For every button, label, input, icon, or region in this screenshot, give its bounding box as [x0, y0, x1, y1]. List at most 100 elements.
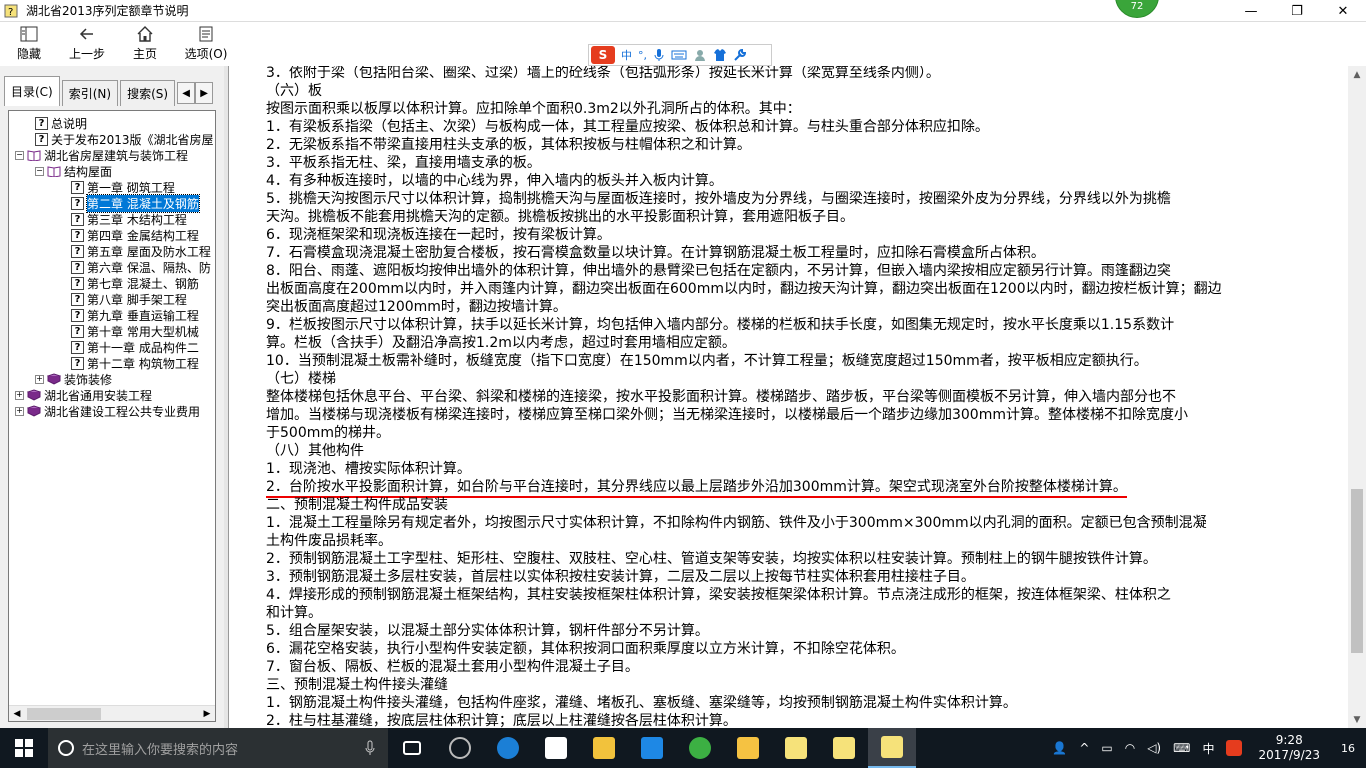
content-line: 土构件废品损耗率。: [266, 533, 392, 549]
hide-button[interactable]: 隐藏: [0, 22, 58, 66]
start-button[interactable]: [0, 728, 48, 768]
clock-time: 9:28: [1275, 733, 1303, 747]
taskbar-search-box[interactable]: 在这里输入你要搜索的内容: [48, 728, 388, 768]
taskbar-app-spiral[interactable]: [436, 728, 484, 768]
scroll-left-arrow[interactable]: ◀: [9, 706, 25, 721]
window-title: 湖北省2013序列定额章节说明: [26, 4, 189, 18]
content-line: 6．现浇框架梁和现浇板连接在一起时，按有梁板计算。: [266, 227, 611, 243]
tree-item-ch12[interactable]: ? 第十二章 构筑物工程: [71, 355, 199, 371]
tree-item-decoration[interactable]: + 装饰装修: [35, 371, 112, 387]
scroll-thumb[interactable]: [27, 708, 101, 720]
tree-item-label: 第六章 保温、隔热、防: [87, 260, 211, 275]
sogou-logo-icon[interactable]: S: [591, 46, 615, 64]
ime-lang-toggle[interactable]: 中: [621, 47, 632, 63]
volume-icon[interactable]: ◁): [1147, 741, 1161, 755]
tree-item-ch3[interactable]: ? 第三章 木结构工程: [71, 211, 187, 227]
close-button[interactable]: ✕: [1320, 0, 1366, 22]
options-icon: [199, 26, 213, 42]
contents-tree[interactable]: ? 总说明 ? 关于发布2013版《湖北省房屋 − 湖北省房屋建筑与装饰工程 −…: [8, 110, 216, 722]
ime-punct-toggle[interactable]: °,: [638, 49, 647, 62]
clock[interactable]: 9:28 2017/9/23: [1258, 733, 1320, 763]
tree-item-label: 结构屋面: [64, 164, 113, 179]
people-icon[interactable]: 👤: [1052, 741, 1067, 755]
taskbar-app-explorer[interactable]: [580, 728, 628, 768]
taskbar-app-glodon[interactable]: [628, 728, 676, 768]
tree-item-ch9[interactable]: ? 第九章 垂直运输工程: [71, 307, 199, 323]
tree-item-installation[interactable]: + 湖北省通用安装工程: [15, 387, 152, 403]
touch-keyboard-icon[interactable]: ⌨: [1173, 741, 1190, 755]
keyboard-icon[interactable]: [671, 49, 687, 61]
expand-icon[interactable]: +: [35, 374, 44, 384]
home-icon: [137, 26, 153, 42]
ime-toolbar[interactable]: S 中 °,: [588, 44, 772, 66]
folder-icon: [593, 737, 615, 759]
taskbar-app-help3[interactable]: [868, 728, 916, 768]
tree-item-ch7[interactable]: ? 第七章 混凝土、钢筋: [71, 275, 199, 291]
tab-prev-arrow[interactable]: ◀: [177, 82, 196, 104]
user-icon[interactable]: [693, 48, 707, 62]
ime-language-indicator[interactable]: 中: [1202, 740, 1214, 757]
scroll-down-arrow[interactable]: ▼: [1348, 711, 1366, 728]
tab-search[interactable]: 搜索(S): [120, 80, 176, 106]
tree-item-ch6[interactable]: ? 第六章 保温、隔热、防: [71, 259, 211, 275]
options-button[interactable]: 选项(O): [174, 22, 238, 66]
taskbar-app-notes[interactable]: [724, 728, 772, 768]
tab-next-arrow[interactable]: ▶: [195, 82, 214, 104]
tree-item-public-fees[interactable]: + 湖北省建设工程公共专业费用: [15, 403, 200, 419]
tree-item-label: 总说明: [51, 116, 88, 131]
tree-item-ch5[interactable]: ? 第五章 屋面及防水工程: [71, 243, 211, 259]
topic-page-icon: ?: [71, 356, 84, 370]
microphone-icon[interactable]: [653, 48, 665, 62]
tree-item-building[interactable]: − 湖北省房屋建筑与装饰工程: [15, 147, 188, 163]
show-hidden-icons-chevron-icon[interactable]: ^: [1079, 741, 1089, 755]
taskbar-app-edge[interactable]: [484, 728, 532, 768]
taskbar-app-store[interactable]: [532, 728, 580, 768]
content-line: 10．当预制混凝土板需补缝时，板缝宽度（指下口宽度）在150mm以内者，不计算工…: [266, 353, 1148, 369]
help-file-icon: [881, 736, 903, 758]
collapse-icon[interactable]: −: [35, 166, 44, 176]
minimize-button[interactable]: —: [1228, 0, 1274, 22]
tree-item-ch2[interactable]: ? 第二章 混凝土及钢筋: [71, 193, 200, 213]
tab-contents[interactable]: 目录(C): [4, 76, 60, 106]
collapse-icon[interactable]: −: [15, 150, 24, 160]
scroll-right-arrow[interactable]: ▶: [199, 706, 215, 721]
tree-item-notice[interactable]: ? 关于发布2013版《湖北省房屋: [35, 131, 214, 147]
wifi-icon[interactable]: ◠: [1125, 741, 1135, 755]
wrench-icon[interactable]: [733, 48, 747, 62]
topic-page-icon: ?: [71, 212, 84, 226]
topic-page-icon: ?: [71, 228, 84, 242]
taskbar-app-360[interactable]: [676, 728, 724, 768]
tree-item-ch8[interactable]: ? 第八章 脚手架工程: [71, 291, 187, 307]
task-view-icon: [403, 741, 421, 755]
tree-item-ch1[interactable]: ? 第一章 砌筑工程: [71, 179, 175, 195]
taskbar-app-help1[interactable]: [772, 728, 820, 768]
topic-page-icon: ?: [71, 324, 84, 338]
tree-item-structure[interactable]: − 结构屋面: [35, 163, 112, 179]
scroll-thumb[interactable]: [1351, 489, 1363, 653]
tree-item-label: 装饰装修: [64, 372, 113, 387]
tree-horizontal-scrollbar[interactable]: ◀ ▶: [9, 705, 215, 721]
restore-button[interactable]: ❐: [1274, 0, 1320, 22]
taskbar-app-help2[interactable]: [820, 728, 868, 768]
battery-icon[interactable]: ▭: [1101, 741, 1112, 755]
home-button[interactable]: 主页: [116, 22, 174, 66]
topic-page-icon: ?: [71, 244, 84, 258]
sogou-tray-icon[interactable]: [1226, 740, 1243, 756]
expand-icon[interactable]: +: [15, 390, 24, 400]
tab-index[interactable]: 索引(N): [61, 80, 119, 106]
microphone-icon[interactable]: [364, 740, 376, 756]
tree-item-ch11[interactable]: ? 第十一章 成品构件二: [71, 339, 199, 355]
svg-text:?: ?: [8, 7, 13, 18]
back-button[interactable]: 上一步: [58, 22, 116, 66]
topic-page-icon: ?: [71, 196, 84, 210]
action-center-button[interactable]: 16: [1330, 728, 1366, 768]
skin-shirt-icon[interactable]: [713, 48, 727, 62]
scroll-up-arrow[interactable]: ▲: [1348, 66, 1366, 83]
expand-icon[interactable]: +: [15, 406, 24, 416]
tree-item-ch10[interactable]: ? 第十章 常用大型机械: [71, 323, 199, 339]
tree-item-label: 第十一章 成品构件二: [87, 340, 199, 355]
content-vertical-scrollbar[interactable]: ▲ ▼: [1348, 66, 1366, 728]
task-view-button[interactable]: [388, 728, 436, 768]
tree-item-overview[interactable]: ? 总说明: [35, 115, 87, 131]
tree-item-ch4[interactable]: ? 第四章 金属结构工程: [71, 227, 199, 243]
